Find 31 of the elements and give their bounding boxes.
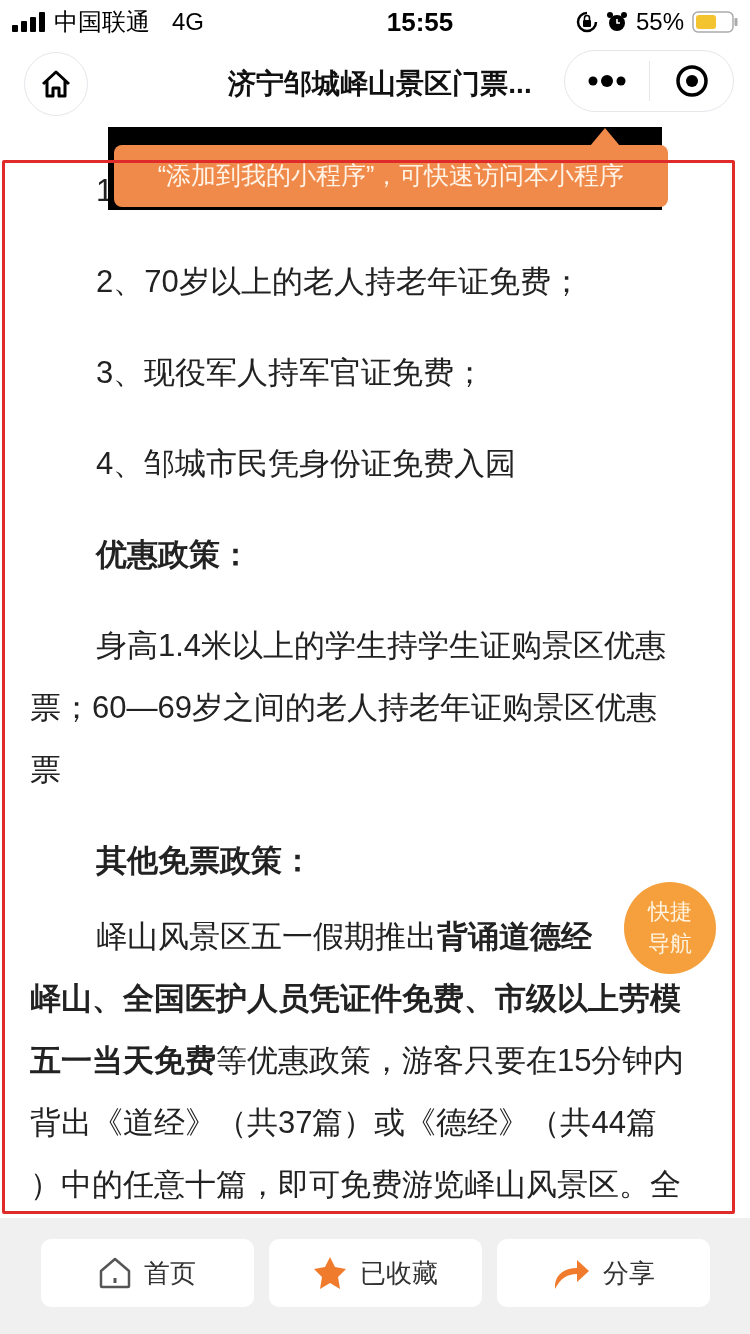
star-icon [312, 1256, 348, 1290]
paragraph: 4、邹城市民凭身份证免费入园 [96, 445, 517, 483]
paragraph: 2、70岁以上的老人持老年证免费； [96, 263, 582, 301]
status-time: 15:55 [386, 5, 454, 39]
more-icon [587, 75, 627, 87]
text-line: ）中的任意十篇，即可免费游览峄山风景区。全 [30, 1166, 681, 1204]
text-line: 五一当天免费等优惠政策，游客只要在15分钟内 [30, 1042, 685, 1080]
star-button[interactable]: 已收藏 [268, 1239, 482, 1307]
section-heading: 优惠政策： [96, 536, 251, 574]
battery-icon [692, 11, 738, 33]
text-line: 票；60—69岁之间的老人持老年证购景区优惠 [30, 689, 657, 727]
alarm-icon [605, 11, 628, 33]
page-title: 济宁邹城峄山景区门票... [228, 67, 532, 101]
carrier-name: 中国联通 [54, 7, 150, 38]
target-icon [674, 64, 709, 98]
text-line: 票 [30, 751, 61, 789]
text-line: 峄山风景区五一假期推出背诵道德经 [96, 918, 592, 956]
share-button[interactable]: 分享 [496, 1239, 710, 1307]
tooltip-text: “添加到我的小程序”，可快速访问本小程序 [157, 160, 625, 192]
battery-percent: 55% [635, 7, 684, 37]
home-button[interactable]: 首页 [40, 1239, 254, 1307]
home-icon [40, 69, 72, 99]
network-type: 4G [172, 7, 204, 37]
rotation-lock-icon [575, 11, 598, 33]
home-icon [98, 1256, 132, 1290]
text-line: 峄山、全国医护人员凭证件免费、市级以上劳模 [30, 980, 681, 1018]
text-line: 背出《道经》（共37篇）或《德经》（共44篇 [30, 1104, 657, 1142]
signal-icon [12, 12, 46, 32]
paragraph: 3、现役军人持军官证免费； [96, 354, 486, 392]
text-line: 身高1.4米以上的学生持学生证购景区优惠 [96, 627, 667, 665]
section-heading: 其他免票政策： [96, 842, 313, 880]
